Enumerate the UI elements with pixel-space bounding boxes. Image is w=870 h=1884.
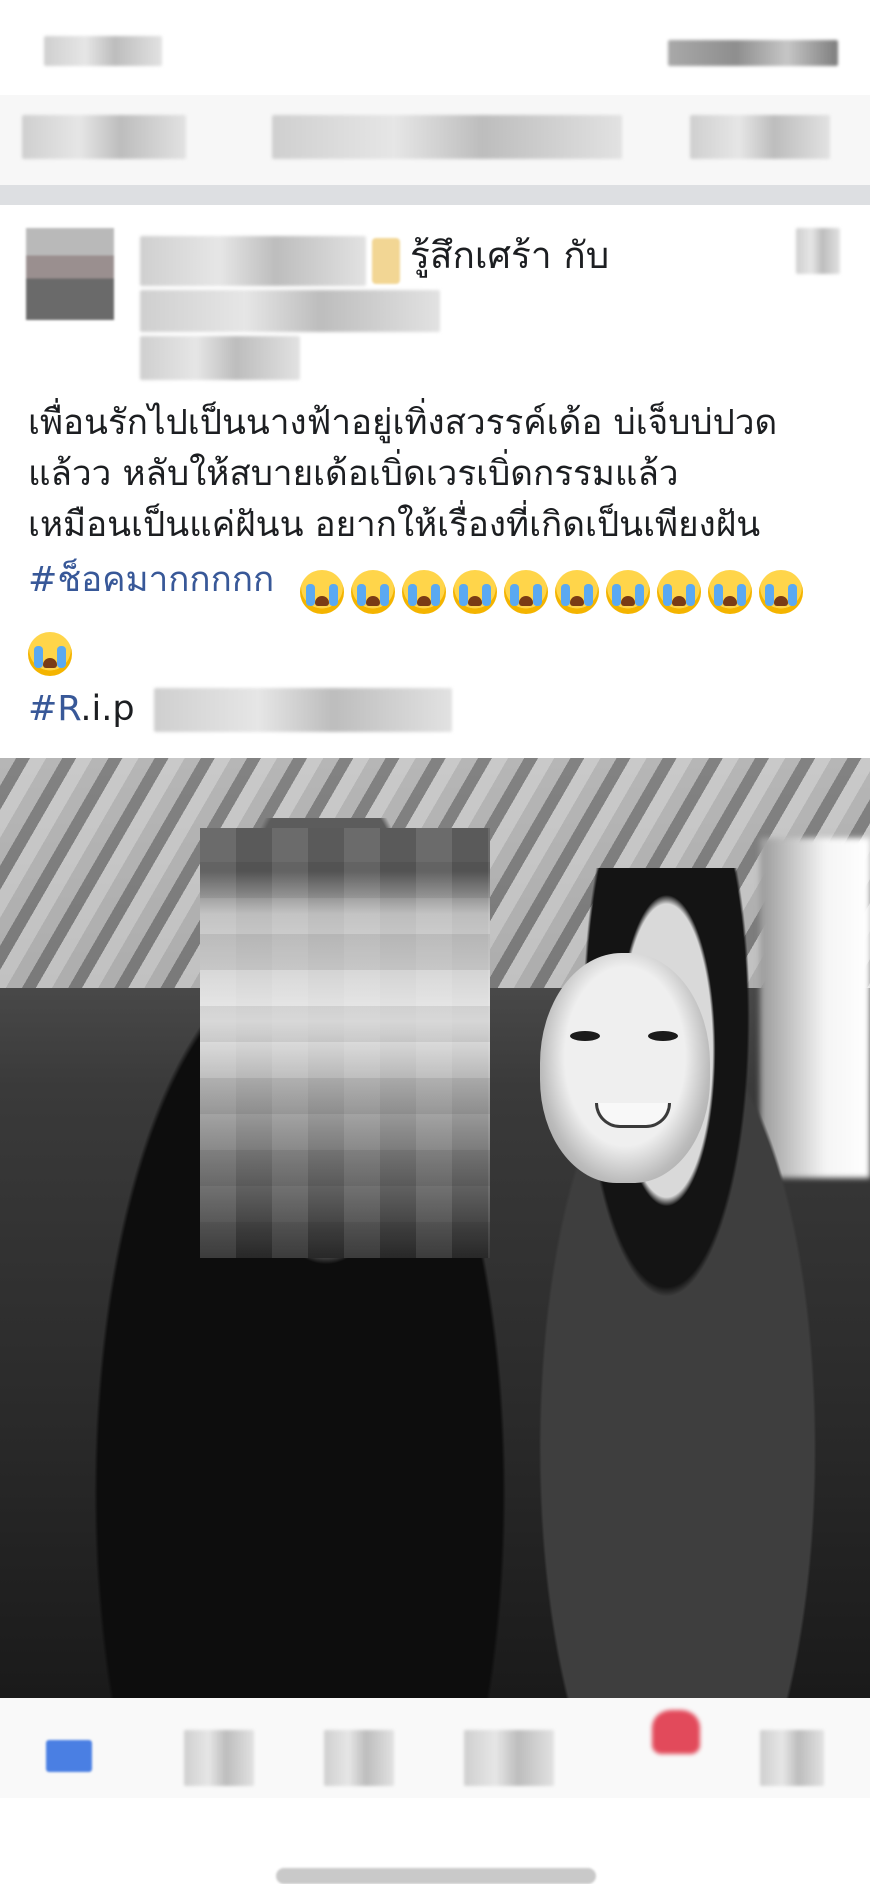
avatar[interactable] [26, 228, 114, 320]
photo-eye [570, 1031, 600, 1041]
loudly-crying-face-icon [402, 570, 446, 614]
loudly-crying-face-icon [708, 570, 752, 614]
feed-separator [0, 185, 870, 205]
loudly-crying-face-icon [453, 570, 497, 614]
heart-icon[interactable] [652, 1710, 700, 1754]
post-timestamp-redacted[interactable] [140, 336, 300, 380]
loudly-crying-face-icon [351, 570, 395, 614]
loudly-crying-face-icon [504, 570, 548, 614]
rip-line: #R.i.p [28, 684, 135, 734]
author-name-redacted[interactable] [140, 236, 366, 286]
feeling-sad-icon [372, 238, 400, 284]
like-icon[interactable] [46, 1740, 92, 1772]
loudly-crying-face-icon [300, 570, 344, 614]
tab-redacted[interactable] [760, 1730, 824, 1786]
photo-smile [595, 1103, 671, 1128]
hashtag-link[interactable]: #ช็อคมากกกกก [28, 560, 274, 600]
rip-hashtag-link[interactable]: #R [28, 689, 80, 729]
post-text-line: เหมือนเป็นแค่ฝันน อยากให้เรื่องที่เกิดเป… [28, 505, 761, 545]
tab-redacted[interactable] [324, 1730, 394, 1786]
photo-eye [648, 1031, 678, 1041]
rip-suffix: .i.p [80, 689, 135, 729]
post-text-line: เพื่อนรักไปเป็นนางฟ้าอยู่เทิ่งสวรรค์เด้อ… [28, 403, 778, 443]
pixelated-face [200, 828, 490, 1258]
rip-name-redacted [154, 688, 452, 732]
feeling-label: รู้สึกเศร้า กับ [410, 234, 610, 277]
action-bar [0, 1698, 870, 1798]
loudly-crying-face-icon [606, 570, 650, 614]
loudly-crying-face-icon [28, 632, 72, 676]
crying-emoji-row [300, 570, 810, 614]
nav-bar [0, 95, 870, 185]
tagged-friend-redacted[interactable] [140, 290, 440, 332]
loudly-crying-face-icon [759, 570, 803, 614]
nav-back-redacted[interactable] [22, 115, 186, 159]
post-photo[interactable] [0, 758, 870, 1698]
nav-title-redacted [272, 115, 622, 159]
status-time-redacted [44, 36, 162, 66]
crying-emoji-row [28, 632, 79, 676]
status-bar [0, 0, 870, 95]
tab-redacted[interactable] [184, 1730, 254, 1786]
photo-face-right [540, 953, 710, 1183]
status-icons-redacted [668, 40, 838, 66]
loudly-crying-face-icon [555, 570, 599, 614]
home-indicator [276, 1868, 596, 1884]
nav-action-redacted[interactable] [690, 115, 830, 159]
more-options-icon[interactable] [796, 228, 840, 274]
tab-redacted[interactable] [464, 1730, 554, 1786]
loudly-crying-face-icon [657, 570, 701, 614]
post-text-line: แล้วว หลับให้สบายเด้อเบิ่ดเวรเบิ่ดกรรมแล… [28, 454, 679, 494]
